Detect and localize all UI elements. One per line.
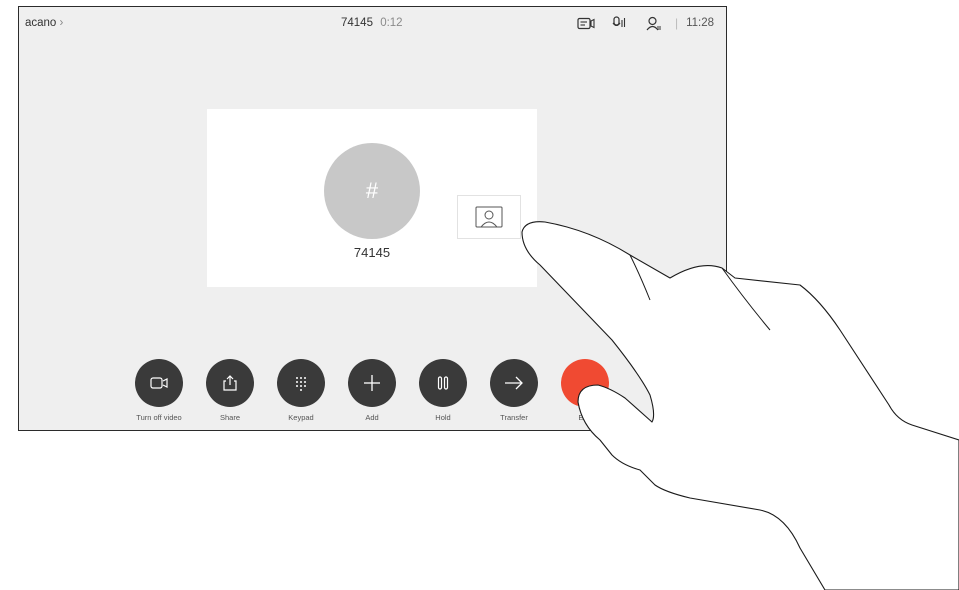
person-icon[interactable] [643, 15, 665, 31]
call-info: 74145 0:12 [341, 17, 403, 29]
divider: | [674, 16, 679, 30]
plus-icon [348, 359, 396, 407]
chevron-right-icon: › [59, 17, 64, 29]
microphone-icon[interactable] [609, 15, 631, 31]
control-label: Share [219, 413, 240, 422]
control-label: Turn off video [136, 413, 182, 422]
video-camera-icon [135, 359, 183, 407]
top-bar: acano › 74145 0:12 | 11:28 [19, 7, 726, 41]
clock: 11:28 [686, 17, 714, 29]
pause-icon [419, 359, 467, 407]
control-label: Hold [435, 413, 451, 422]
participant-name: 74145 [353, 245, 391, 260]
end-call-icon [561, 359, 609, 407]
device-name[interactable]: acano › [25, 17, 63, 29]
touch-panel-screen: acano › 74145 0:12 | 11:28 # 74145 Turn … [18, 6, 727, 431]
control-label: Transfer [500, 413, 528, 422]
camera-icon[interactable] [575, 15, 597, 31]
call-card: # 74145 [207, 109, 537, 287]
status-area: | 11:28 [563, 15, 714, 31]
turn-off-video-button[interactable]: Turn off video [124, 359, 194, 422]
person-icon [475, 206, 503, 228]
add-button[interactable]: Add [337, 359, 407, 422]
arrow-right-icon [490, 359, 538, 407]
transfer-button[interactable]: Transfer [479, 359, 549, 422]
share-icon [206, 359, 254, 407]
selfview-toggle[interactable] [457, 195, 521, 239]
call-controls: Turn off video Share Keypad Add Hold Tra… [19, 359, 726, 429]
keypad-button[interactable]: Keypad [266, 359, 336, 422]
share-button[interactable]: Share [195, 359, 265, 422]
control-label: Keypad [288, 413, 314, 422]
device-name-label: acano [25, 17, 57, 29]
control-label: Add [365, 413, 379, 422]
hold-button[interactable]: Hold [408, 359, 478, 422]
keypad-icon [277, 359, 325, 407]
control-label: End [578, 413, 592, 422]
end-call-button[interactable]: End [550, 359, 620, 422]
call-duration: 0:12 [380, 17, 403, 29]
call-number: 74145 [341, 17, 373, 29]
avatar: # [324, 143, 420, 239]
